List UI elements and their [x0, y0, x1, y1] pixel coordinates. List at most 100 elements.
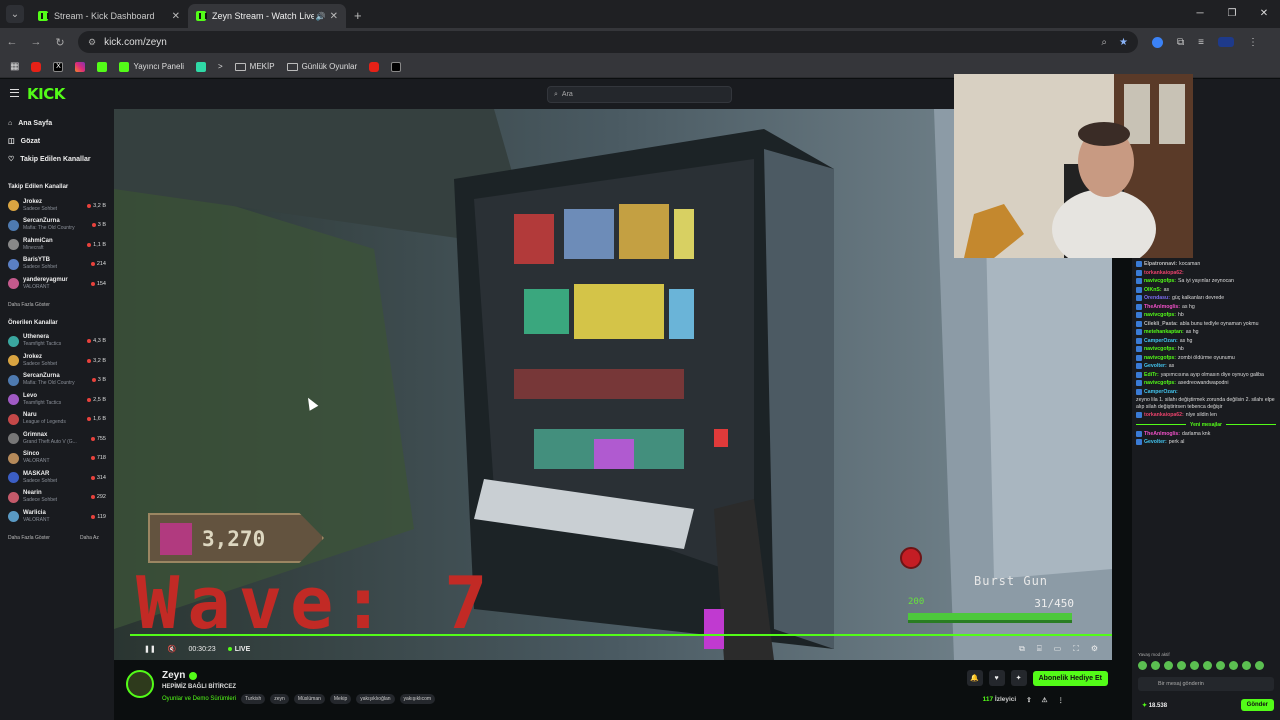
more-options-icon[interactable]: ⋮ — [1058, 696, 1065, 704]
stream-tag[interactable]: yakışıklıcom — [399, 694, 436, 704]
game-icon[interactable] — [196, 61, 206, 72]
stream-tag[interactable]: zeyn — [270, 694, 289, 704]
stream-tag[interactable]: Müslüman — [293, 694, 325, 704]
tab-search-button[interactable]: ⌄ — [6, 5, 24, 23]
gift-icon[interactable]: ✦ — [1010, 670, 1027, 686]
follow-heart-icon[interactable]: ♥ — [988, 670, 1005, 686]
pip-icon[interactable]: ⧉ — [1019, 644, 1025, 654]
terminal-icon[interactable]: > — [218, 62, 223, 71]
share-icon[interactable]: ⇪ — [1026, 696, 1031, 704]
streamer-name[interactable]: Zeyn — [162, 670, 185, 681]
bookmark-yayinci-paneli[interactable]: Yayıncı Paneli — [119, 61, 184, 72]
sidebar-channel[interactable]: Grimnax Grand Theft Auto V (G... 755 — [0, 429, 114, 449]
site-info-icon[interactable]: ⚙ — [88, 37, 96, 48]
tab-kick-dashboard[interactable]: Stream - Kick Dashboard ✕ — [30, 4, 188, 28]
emote-icon[interactable] — [1190, 661, 1199, 670]
emote-icon[interactable] — [1164, 661, 1173, 670]
sidebar-channel[interactable]: SercanZurna Mafia: The Old Country 3 B — [0, 216, 114, 236]
gift-subscription-button[interactable]: Abonelik Hediye Et — [1032, 670, 1108, 686]
chat-username[interactable]: EdiTr: — [1144, 372, 1159, 379]
stream-tag[interactable]: Turkish — [241, 694, 266, 704]
sidebar-channel[interactable]: SercanZurna Mafia: The Old Country 3 B — [0, 371, 114, 391]
menu-icon[interactable] — [10, 89, 19, 97]
bookmark-mekip[interactable]: MEKİP — [234, 62, 275, 71]
controller-icon[interactable] — [391, 61, 402, 72]
url-field[interactable]: ⚙ kick.com/zeyn ⌕ ★ — [78, 31, 1138, 53]
stream-category[interactable]: Oyunlar ve Demo Sürümleri — [162, 696, 236, 702]
chat-username[interactable]: Elpatronnavi: — [1144, 261, 1177, 268]
chat-username[interactable]: OlKnS: — [1144, 287, 1162, 294]
emote-icon[interactable] — [1151, 661, 1160, 670]
sidebar-channel[interactable]: Warlicia VALORANT 119 — [0, 507, 114, 527]
sidebar-channel[interactable]: Levo Teamfight Tactics 2,5 B — [0, 390, 114, 410]
chat-username[interactable]: metehankaptan: — [1144, 329, 1184, 336]
reading-list-icon[interactable]: ≡ — [1198, 37, 1204, 48]
chat-username[interactable]: navivcgofps: — [1144, 346, 1176, 353]
pause-icon[interactable]: ❚❚ — [144, 645, 156, 653]
sidebar-channel[interactable]: Jrokez Sadece Sohbet 3,2 B — [0, 196, 114, 216]
sidebar-channel[interactable]: Naru League of Legends 1,6 B — [0, 410, 114, 430]
chat-username[interactable]: CamperOzan: — [1144, 338, 1178, 345]
search-input[interactable]: ⌕ Ara — [547, 86, 732, 103]
sidebar-channel[interactable]: RahmiCan Minecraft 1,1 B — [0, 235, 114, 255]
avatar[interactable] — [126, 670, 154, 698]
nav-home[interactable]: ⌂ Ana Sayfa — [8, 114, 114, 132]
emote-icon[interactable] — [1242, 661, 1251, 670]
emote-icon[interactable] — [1203, 661, 1212, 670]
stream-tag[interactable]: Mekip — [329, 694, 352, 704]
kick-icon[interactable] — [97, 61, 108, 72]
chat-username[interactable]: CamperOzan: — [1144, 389, 1178, 396]
close-icon[interactable]: ✕ — [330, 11, 338, 22]
chat-username[interactable]: Gevolter: — [1144, 439, 1167, 446]
seek-bar[interactable] — [130, 634, 1112, 636]
reload-icon[interactable]: ↻ — [48, 36, 72, 49]
chat-username[interactable]: navivcgofps: — [1144, 312, 1176, 319]
new-tab-button[interactable]: + — [354, 8, 362, 23]
fullscreen-icon[interactable]: ⛶ — [1073, 644, 1079, 654]
forward-icon[interactable]: → — [24, 36, 48, 48]
nav-following[interactable]: ♡ Takip Edilen Kanallar — [8, 150, 114, 168]
sidebar-channel[interactable]: MASKAR Sadece Sohbet 314 — [0, 468, 114, 488]
tab-zeyn-stream[interactable]: Zeyn Stream - Watch Live o 🔊 ✕ — [188, 4, 346, 28]
bookmark-gunluk-oyunlar[interactable]: Günlük Oyunlar — [286, 62, 357, 71]
show-less-link[interactable]: Daha Az — [80, 535, 99, 541]
chat-username[interactable]: Gevolter: — [1144, 363, 1167, 370]
sidebar-channel[interactable]: BarisYTB Sadece Sohbet 214 — [0, 255, 114, 275]
chat-username[interactable]: navivcgofps: — [1144, 355, 1176, 362]
show-more-link[interactable]: Daha Fazla Göster — [8, 302, 50, 308]
chat-username[interactable]: navivcgofps: — [1144, 380, 1176, 387]
browser-menu-icon[interactable]: ⋮ — [1248, 37, 1258, 48]
sidebar-channel[interactable]: Uthenera Teamfight Tactics 4,3 B — [0, 332, 114, 352]
x-twitter-icon[interactable]: X — [53, 61, 64, 72]
emote-icon[interactable] — [1255, 661, 1264, 670]
sidebar-channel[interactable]: Sinco VALORANT 718 — [0, 449, 114, 469]
notification-bell-icon[interactable]: 🔔 — [966, 670, 983, 686]
chat-username[interactable]: Orendasu: — [1144, 295, 1170, 302]
close-window-icon[interactable]: ✕ — [1248, 0, 1280, 26]
clip-icon[interactable]: ⌸ — [1037, 644, 1042, 654]
chat-username[interactable]: Cilekli_Pasta: — [1144, 321, 1178, 328]
profile-icon[interactable] — [1217, 37, 1234, 47]
nav-browse[interactable]: ◫ Gözat — [8, 132, 114, 150]
stream-tag[interactable]: yakışıklıoğlan — [356, 694, 395, 704]
speaker-icon[interactable]: 🔊 — [316, 12, 326, 21]
instagram-icon[interactable] — [75, 61, 86, 72]
zoom-icon[interactable]: ⌕ — [1101, 37, 1107, 48]
kick-logo[interactable]: KICK — [27, 85, 65, 103]
show-more-link[interactable]: Daha Fazla Göster — [8, 535, 50, 541]
sidebar-channel[interactable]: Jrokez Sadece Sohbet 3,2 B — [0, 351, 114, 371]
settings-gear-icon[interactable]: ⚙ — [1091, 644, 1098, 654]
theater-icon[interactable]: ▭ — [1054, 644, 1062, 654]
emote-icon[interactable] — [1138, 661, 1147, 670]
chat-input[interactable]: Bir mesaj gönderin — [1138, 677, 1274, 691]
channel-points[interactable]: ✦ 18.538 — [1142, 702, 1167, 709]
mute-icon[interactable]: 🔇 — [168, 645, 177, 653]
extension-shield-icon[interactable] — [1152, 36, 1163, 48]
emote-icon[interactable] — [1177, 661, 1186, 670]
chat-username[interactable]: TheAnlmoglis: — [1144, 304, 1180, 311]
sidebar-channel[interactable]: Nearin Sadece Sohbet 292 — [0, 488, 114, 508]
apps-grid-icon[interactable]: ▦ — [10, 61, 19, 72]
emote-icon[interactable] — [1229, 661, 1238, 670]
live-badge[interactable]: LIVE — [228, 646, 251, 653]
chat-username[interactable]: torkankaiopa62: — [1144, 270, 1184, 277]
